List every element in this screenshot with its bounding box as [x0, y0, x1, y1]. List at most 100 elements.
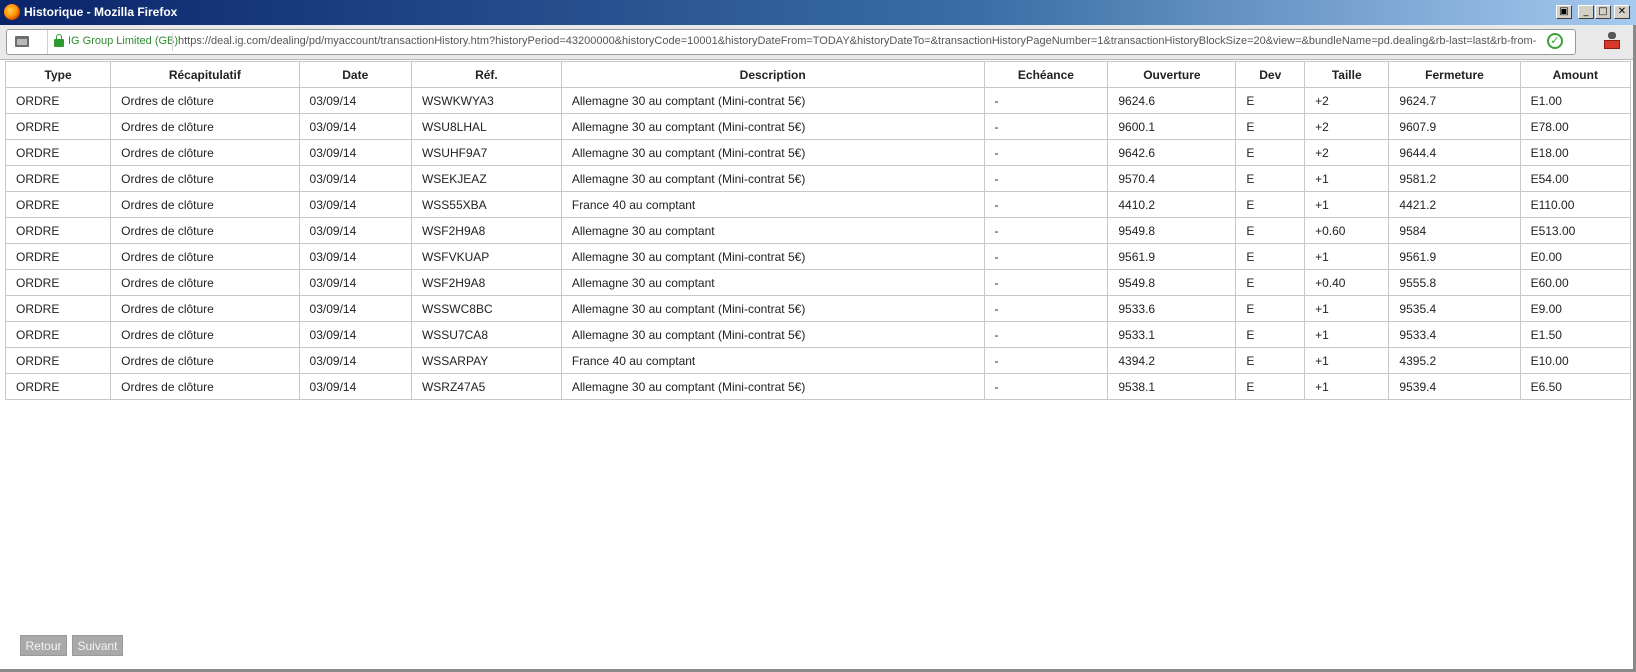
close-button[interactable]: ✕	[1614, 5, 1630, 19]
page-icon[interactable]	[15, 36, 29, 47]
cell-amount: E60.00	[1519, 269, 1632, 296]
cell-ref: WSS55XBA	[410, 191, 562, 218]
table-row: ORDRE Ordres de clôture 03/09/14 WSEKJEAZ Al…	[4, 165, 1632, 192]
cell-amount: E6.50	[1519, 373, 1632, 400]
cell-ref: WSRZ47A5	[410, 373, 562, 400]
column-header-date: Date	[298, 61, 412, 88]
column-header-opening: Ouverture	[1107, 61, 1237, 88]
url-text[interactable]: https://deal.ig.com/dealing/pd/myaccount…	[178, 35, 1536, 47]
cell-summary: Ordres de clôture	[110, 321, 300, 348]
cell-expiry: -	[983, 165, 1109, 192]
cell-closing: 9535.4	[1388, 295, 1521, 322]
next-button[interactable]: Suivant	[72, 635, 123, 656]
cell-opening: 4410.2	[1107, 191, 1237, 218]
cell-date: 03/09/14	[298, 269, 412, 296]
lock-icon[interactable]	[54, 34, 64, 47]
cell-expiry: -	[983, 295, 1109, 322]
table-row: ORDRE Ordres de clôture 03/09/14 WSU8LHAL Al…	[4, 113, 1632, 140]
cell-size: +2	[1304, 139, 1390, 166]
check-icon[interactable]: ✓	[1547, 33, 1563, 49]
cell-description: Allemagne 30 au comptant (Mini-contrat 5…	[560, 295, 985, 322]
cell-ref: WSWKWYA3	[410, 87, 562, 114]
cell-date: 03/09/14	[298, 295, 412, 322]
cell-opening: 9549.8	[1107, 269, 1237, 296]
cell-type: ORDRE	[4, 165, 112, 192]
cell-expiry: -	[983, 139, 1109, 166]
cell-date: 03/09/14	[298, 165, 412, 192]
cell-size: +1	[1304, 321, 1390, 348]
column-header-expiry: Echéance	[983, 61, 1109, 88]
cell-opening: 9538.1	[1107, 373, 1237, 400]
cell-type: ORDRE	[4, 269, 112, 296]
cell-closing: 9584	[1388, 217, 1521, 244]
back-button[interactable]: Retour	[20, 635, 67, 656]
cell-currency: E	[1235, 165, 1306, 192]
window-title: Historique - Mozilla Firefox	[24, 5, 178, 19]
cell-amount: E9.00	[1519, 295, 1632, 322]
cell-amount: E10.00	[1519, 347, 1632, 374]
cell-description: Allemagne 30 au comptant (Mini-contrat 5…	[560, 243, 985, 270]
cell-size: +2	[1304, 87, 1390, 114]
cell-description: Allemagne 30 au comptant (Mini-contrat 5…	[560, 373, 985, 400]
url-divider	[172, 33, 173, 51]
column-header-type: Type	[4, 61, 112, 88]
cell-closing: 9644.4	[1388, 139, 1521, 166]
cell-summary: Ordres de clôture	[110, 87, 300, 114]
column-header-size: Taille	[1304, 61, 1390, 88]
cell-opening: 9642.6	[1107, 139, 1237, 166]
cell-description: Allemagne 30 au comptant (Mini-contrat 5…	[560, 113, 985, 140]
cell-ref: WSF2H9A8	[410, 269, 562, 296]
title-bar: Historique - Mozilla Firefox ▣ _ □ ✕	[0, 0, 1636, 25]
cell-opening: 9561.9	[1107, 243, 1237, 270]
restore-window-button[interactable]: ▣	[1556, 5, 1572, 19]
cell-expiry: -	[983, 191, 1109, 218]
column-header-amount: Amount	[1519, 61, 1632, 88]
cell-type: ORDRE	[4, 113, 112, 140]
cell-amount: E78.00	[1519, 113, 1632, 140]
maximize-button[interactable]: □	[1595, 5, 1611, 19]
column-header-summary: Récapitulatif	[110, 61, 300, 88]
table-body: ORDRE Ordres de clôture 03/09/14 WSWKWYA3 Al…	[4, 87, 1632, 400]
addon-icon[interactable]	[1604, 32, 1620, 50]
cell-currency: E	[1235, 269, 1306, 296]
cell-type: ORDRE	[4, 321, 112, 348]
cell-currency: E	[1235, 321, 1306, 348]
table-row: ORDRE Ordres de clôture 03/09/14 WSF2H9A8 Al…	[4, 269, 1632, 296]
cell-size: +1	[1304, 373, 1390, 400]
navigation-bar: IG Group Limited (GB) https://deal.ig.co…	[0, 25, 1636, 60]
cell-type: ORDRE	[4, 347, 112, 374]
cell-currency: E	[1235, 217, 1306, 244]
cell-amount: E18.00	[1519, 139, 1632, 166]
cell-type: ORDRE	[4, 191, 112, 218]
site-identity[interactable]: IG Group Limited (GB)	[68, 35, 178, 47]
cell-closing: 9555.8	[1388, 269, 1521, 296]
table-row: ORDRE Ordres de clôture 03/09/14 WSSWC8BC Al…	[4, 295, 1632, 322]
column-header-closing: Fermeture	[1388, 61, 1521, 88]
minimize-button[interactable]: _	[1578, 5, 1594, 19]
cell-amount: E513.00	[1519, 217, 1632, 244]
cell-summary: Ordres de clôture	[110, 217, 300, 244]
cell-currency: E	[1235, 113, 1306, 140]
cell-expiry: -	[983, 87, 1109, 114]
cell-summary: Ordres de clôture	[110, 243, 300, 270]
cell-closing: 9581.2	[1388, 165, 1521, 192]
cell-expiry: -	[983, 347, 1109, 374]
cell-currency: E	[1235, 347, 1306, 374]
cell-date: 03/09/14	[298, 139, 412, 166]
identity-separator	[37, 30, 48, 54]
cell-size: +0.40	[1304, 269, 1390, 296]
table-header-row: Type Récapitulatif Date Réf. Description Eché…	[4, 61, 1632, 88]
cell-expiry: -	[983, 217, 1109, 244]
address-bar[interactable]: IG Group Limited (GB) https://deal.ig.co…	[6, 29, 1576, 55]
cell-description: Allemagne 30 au comptant	[560, 269, 985, 296]
cell-date: 03/09/14	[298, 217, 412, 244]
cell-expiry: -	[983, 321, 1109, 348]
cell-opening: 9600.1	[1107, 113, 1237, 140]
cell-summary: Ordres de clôture	[110, 269, 300, 296]
table-row: ORDRE Ordres de clôture 03/09/14 WSFVKUAP Al…	[4, 243, 1632, 270]
cell-summary: Ordres de clôture	[110, 295, 300, 322]
cell-amount: E54.00	[1519, 165, 1632, 192]
cell-amount: E110.00	[1519, 191, 1632, 218]
cell-ref: WSUHF9A7	[410, 139, 562, 166]
cell-type: ORDRE	[4, 217, 112, 244]
